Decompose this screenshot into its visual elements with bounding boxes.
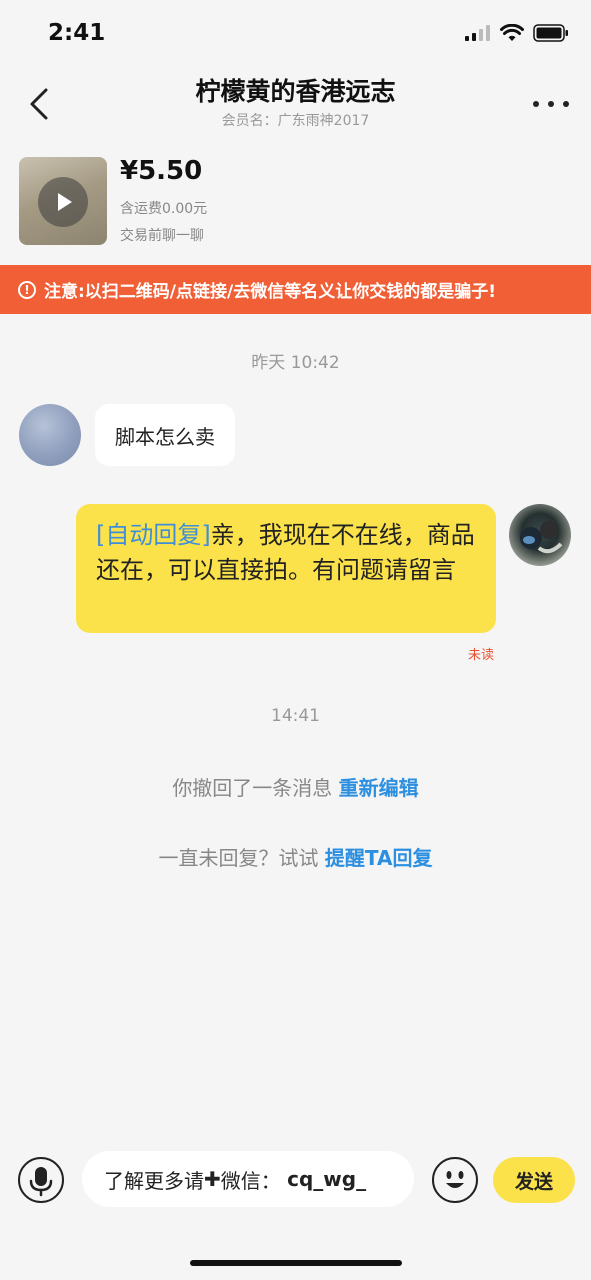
unread-label: 未读 [468, 648, 495, 663]
more-icon [533, 101, 539, 107]
message-outgoing[interactable]: [自动回复]亲，我现在不在线，商品还在，可以直接拍。有问题请留言 [76, 504, 496, 633]
recall-notice: 你撤回了一条消息 重新编辑 [0, 772, 591, 801]
input-text-mid: 微信： [220, 1168, 281, 1193]
auto-reply-tag: [自动回复] [96, 521, 211, 549]
status-time: 2:41 [48, 20, 106, 46]
shipping-fee: 含运费0.00元 [120, 201, 208, 217]
message-incoming[interactable]: 脚本怎么卖 [95, 404, 235, 466]
battery-icon [533, 24, 568, 42]
play-button[interactable] [38, 177, 88, 227]
re-edit-link[interactable]: 重新编辑 [339, 776, 419, 800]
input-value: cq_wg_ [287, 1167, 367, 1191]
chat-title: 柠檬黄的香港远志 [195, 77, 396, 106]
message-input[interactable]: 了解更多请 ✚ 微信： cq_wg_ [82, 1151, 414, 1207]
send-button[interactable]: 发送 [493, 1157, 575, 1203]
wifi-icon [500, 24, 524, 41]
status-icons [465, 24, 569, 42]
signal-icon [465, 25, 490, 41]
trade-note: 交易前聊一聊 [120, 228, 204, 244]
alert-icon: ! [18, 280, 36, 299]
input-plus: ✚ [204, 1167, 221, 1191]
emoji-button[interactable] [432, 1157, 478, 1203]
warning-text: 注意:以扫二维码/点链接/去微信等名义让你交钱的都是骗子! [44, 282, 496, 302]
reminder-text: 一直未回复？试试 [158, 846, 319, 870]
recall-text: 你撤回了一条消息 [172, 776, 333, 800]
product-price: ¥5.50 [120, 156, 203, 186]
more-button[interactable] [533, 96, 569, 112]
play-icon [58, 193, 72, 211]
member-name: 会员名：广东雨神2017 [221, 113, 370, 129]
input-text-prefix: 了解更多请 [104, 1168, 204, 1193]
remind-reply-link[interactable]: 提醒TA回复 [325, 846, 433, 870]
message-text: 脚本怎么卖 [115, 424, 215, 449]
home-indicator[interactable] [190, 1260, 402, 1266]
product-thumbnail[interactable] [19, 157, 107, 245]
avatar-other[interactable] [19, 404, 81, 466]
timestamp: 昨天 10:42 [251, 353, 340, 373]
avatar-self[interactable] [509, 504, 571, 566]
timestamp: 14:41 [271, 706, 320, 726]
microphone-icon [29, 1167, 53, 1197]
reminder-notice: 一直未回复？试试 提醒TA回复 [0, 842, 591, 871]
voice-button[interactable] [18, 1157, 64, 1203]
scam-warning-banner: ! 注意:以扫二维码/点链接/去微信等名义让你交钱的都是骗子! [0, 265, 591, 314]
emoji-icon [446, 1171, 464, 1188]
avatar-image [520, 521, 563, 554]
